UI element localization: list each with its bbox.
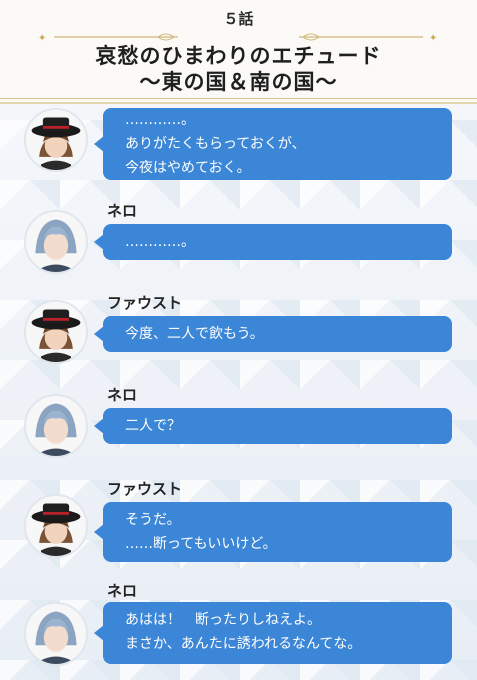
nero-avatar — [24, 394, 88, 458]
faust-avatar — [24, 108, 88, 172]
message-line: …………。 — [125, 112, 195, 128]
message-line: 二人で？ — [125, 418, 181, 434]
speaker-name: ネロ — [107, 202, 138, 220]
message-line: ……断ってもいいけど。 — [125, 536, 277, 552]
faust-avatar — [24, 300, 88, 364]
speaker-name: ファウスト — [107, 480, 183, 498]
message-line: …………。 — [125, 234, 195, 250]
message-line: 今度、二人で飲もう。 — [125, 326, 264, 342]
episode-number: ５話 — [223, 10, 254, 28]
faust-avatar — [24, 494, 88, 558]
speaker-name: ネロ — [107, 582, 138, 600]
message-line: そうだ。 — [125, 512, 181, 528]
message-line: ありがたくもらっておくが、 — [125, 136, 306, 152]
message-bubble: …………。 — [94, 224, 452, 260]
message-line: あはは！ 断ったりしねえよ。 — [125, 612, 321, 628]
message-bubble: 二人で？ — [94, 408, 452, 444]
nero-avatar — [24, 210, 88, 274]
message-line: まさか、あんたに誘われるなんてな。 — [125, 636, 362, 652]
message-bubble: そうだ。 ……断ってもいいけど。 — [94, 502, 452, 562]
speaker-name: ファウスト — [107, 294, 183, 312]
message-bubble: …………。 ありがたくもらっておくが、 今夜はやめておく。 — [94, 108, 452, 180]
story-subtitle: 〜東の国＆南の国〜 — [139, 70, 338, 94]
header-divider — [0, 98, 477, 99]
speaker-name: ネロ — [107, 386, 138, 404]
message-line: 今夜はやめておく。 — [125, 160, 251, 176]
message-bubble: 今度、二人で飲もう。 — [94, 316, 452, 352]
nero-avatar — [24, 602, 88, 666]
episode-header: ５話 ✦ ✦ 哀愁のひまわりのエチュード 〜東の国＆南の国〜 — [0, 0, 477, 104]
message-bubble: あはは！ 断ったりしねえよ。 まさか、あんたに誘われるなんてな。 — [94, 602, 452, 664]
